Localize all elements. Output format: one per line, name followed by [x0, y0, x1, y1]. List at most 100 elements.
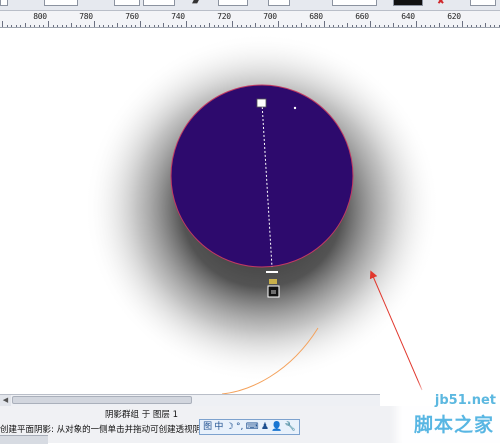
ruler-tick	[365, 25, 367, 27]
property-field[interactable]	[143, 0, 175, 6]
ime-user-icon[interactable]: 👤	[271, 421, 282, 433]
ruler-tick	[416, 21, 417, 27]
ruler-tick	[126, 25, 128, 27]
ruler-tick	[324, 21, 325, 27]
ruler-tick	[172, 25, 174, 27]
ruler-tick	[296, 25, 298, 27]
ruler-tick	[268, 25, 270, 27]
ruler-tick	[98, 25, 100, 27]
ruler-label: 660	[355, 12, 369, 21]
ruler-label: 800	[33, 12, 47, 21]
ruler-tick	[61, 25, 63, 27]
ruler-tick	[287, 25, 289, 27]
purple-circle[interactable]	[170, 84, 354, 268]
ime-chinese-toggle[interactable]: 中	[214, 421, 223, 433]
property-field[interactable]	[218, 0, 248, 6]
scroll-left-icon[interactable]: ◀	[0, 395, 11, 406]
ruler-tick	[75, 25, 77, 27]
status-object-info: 阴影群组 于 图层 1	[105, 410, 179, 420]
ruler-tick	[457, 25, 459, 27]
ruler-tick	[213, 25, 215, 27]
property-field[interactable]	[332, 0, 377, 6]
ruler-tick	[71, 23, 72, 27]
opacity-slider[interactable]	[266, 271, 278, 273]
ruler-tick	[25, 23, 26, 27]
ime-toolbar[interactable]: 图 中 ☽ °, ⌨ ♟ 👤 🔧	[199, 419, 300, 435]
ruler-tick	[448, 25, 450, 27]
ruler-tick	[15, 25, 17, 27]
ruler-label: 720	[217, 12, 231, 21]
ruler-tick	[199, 25, 201, 27]
property-field[interactable]	[0, 0, 8, 6]
ime-skin-icon[interactable]: ♟	[261, 421, 269, 433]
clear-shadow-icon[interactable]: ✖	[437, 0, 445, 7]
ruler-tick	[374, 25, 376, 27]
ruler-tick	[305, 25, 307, 27]
ruler-label: 680	[309, 12, 323, 21]
ruler-label: 620	[447, 12, 461, 21]
ruler-tick	[140, 21, 141, 27]
ruler-tick	[149, 25, 151, 27]
ruler-tick	[103, 25, 105, 27]
ime-keyboard-icon[interactable]: ⌨	[246, 421, 259, 433]
ruler-tick	[388, 25, 390, 27]
ruler-tick	[158, 25, 160, 27]
ruler-tick	[107, 25, 109, 27]
ruler-tick	[393, 23, 394, 27]
ruler-tick	[121, 25, 123, 27]
ruler-tick	[310, 25, 312, 27]
ruler-tick	[379, 25, 381, 27]
ruler-tick	[443, 25, 445, 27]
ruler-tick	[167, 25, 169, 27]
drawing-canvas[interactable]	[0, 28, 500, 394]
ruler-tick	[356, 25, 358, 27]
ruler-tick	[43, 25, 45, 27]
property-field[interactable]	[268, 0, 290, 6]
ruler-tick	[11, 25, 13, 27]
ruler-tick	[383, 25, 385, 27]
ruler-tick	[20, 25, 22, 27]
ruler-tick	[259, 25, 261, 27]
ruler-tick	[135, 25, 137, 27]
ruler-tick	[117, 23, 118, 27]
ruler-tick	[342, 25, 344, 27]
ruler-tick	[52, 25, 54, 27]
ruler-tick	[38, 25, 40, 27]
ruler-tick	[222, 25, 224, 27]
ruler-tick	[84, 25, 86, 27]
ruler-label: 780	[79, 12, 93, 21]
ruler-tick	[2, 21, 3, 27]
scroll-thumb[interactable]	[12, 396, 192, 404]
ruler-tick	[278, 21, 279, 27]
property-field[interactable]	[44, 0, 78, 6]
ruler-tick	[406, 25, 408, 27]
ruler-tick	[80, 25, 82, 27]
ruler-tick	[241, 25, 243, 27]
ruler-tick	[351, 25, 353, 27]
ruler-label: 740	[171, 12, 185, 21]
ruler-tick	[232, 21, 233, 27]
shadow-start-handle[interactable]	[256, 98, 267, 108]
ruler-tick	[204, 25, 206, 27]
ruler-tick	[370, 21, 371, 27]
shadow-color-swatch[interactable]	[393, 0, 423, 6]
ruler-tick	[250, 25, 252, 27]
ruler-tick	[462, 21, 463, 27]
ruler-tick	[475, 25, 477, 27]
ime-mode-icon[interactable]: 图	[203, 421, 212, 433]
ruler-tick	[333, 25, 335, 27]
ruler-tick	[130, 25, 132, 27]
ruler-tick	[195, 25, 197, 27]
shadow-end-handle-inner	[271, 290, 276, 294]
ruler-tick	[439, 23, 440, 27]
color-dropper-icon[interactable]: ▰	[192, 0, 199, 7]
ruler-tick	[94, 21, 95, 27]
ime-halfwidth-icon[interactable]: ☽	[226, 421, 234, 433]
ime-punctuation-icon[interactable]: °,	[236, 421, 243, 433]
ruler-tick	[471, 25, 473, 27]
selection-node	[293, 106, 297, 110]
property-field[interactable]	[114, 0, 140, 6]
property-field[interactable]	[470, 0, 496, 6]
ruler-tick	[181, 25, 183, 27]
ime-settings-icon[interactable]: 🔧	[285, 421, 296, 433]
